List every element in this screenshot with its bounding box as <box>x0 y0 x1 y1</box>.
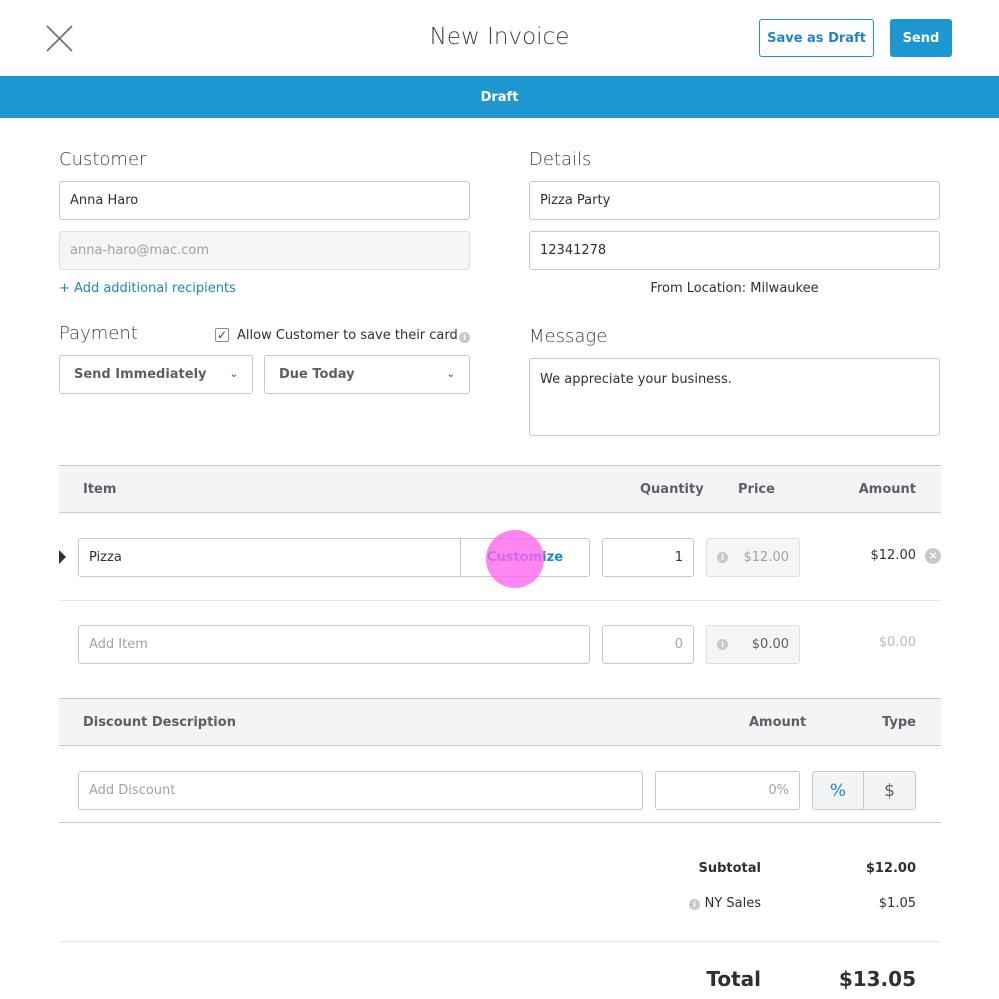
send-schedule-select[interactable]: Send Immediately ⌄ <box>59 355 253 394</box>
save-card-label: Allow Customer to save their card <box>237 328 458 343</box>
payment-heading: Payment <box>59 323 138 344</box>
item-amount: $12.00 <box>870 548 917 563</box>
message-textarea[interactable]: We appreciate your business. <box>529 358 940 436</box>
status-banner: Draft <box>0 76 999 118</box>
send-schedule-value: Send Immediately <box>74 367 207 382</box>
details-heading: Details <box>529 149 592 170</box>
subtotal-value: $12.00 <box>865 861 916 876</box>
quantity-input[interactable]: 1 <box>602 538 694 577</box>
header-item: Item <box>83 482 117 497</box>
remove-item-icon[interactable]: × <box>925 548 941 564</box>
chevron-down-icon: ⌄ <box>229 369 238 380</box>
info-icon: i <box>717 639 728 650</box>
item-name-input[interactable]: Pizza <box>78 538 461 577</box>
due-date-value: Due Today <box>279 367 355 382</box>
new-price-value: $0.00 <box>751 637 789 652</box>
discount-amount-placeholder: 0% <box>768 783 789 798</box>
header-price: Price <box>738 482 775 497</box>
discount-table-header: Discount Description Amount Type <box>59 698 941 746</box>
price-input[interactable]: i $12.00 <box>706 538 800 577</box>
click-indicator <box>486 530 544 588</box>
total-label: Total <box>706 967 761 991</box>
from-location: From Location: Milwaukee <box>650 281 819 296</box>
new-quantity-input[interactable]: 0 <box>602 625 694 664</box>
tax-value: $1.05 <box>878 896 916 911</box>
due-date-select[interactable]: Due Today ⌄ <box>264 355 470 394</box>
add-discount-placeholder: Add Discount <box>89 783 176 798</box>
items-table-header: Item Quantity Price Amount <box>59 465 941 513</box>
expand-triangle-icon[interactable] <box>59 550 66 564</box>
subtotal-label: Subtotal <box>698 861 761 876</box>
add-item-placeholder: Add Item <box>89 637 148 652</box>
discount-type-percent-button[interactable]: % <box>812 771 864 810</box>
info-icon[interactable]: i <box>689 899 700 910</box>
total-value: $13.05 <box>838 967 916 991</box>
tax-label: NY Sales <box>704 896 761 911</box>
add-recipients-link[interactable]: + Add additional recipients <box>59 281 236 296</box>
discount-type-dollar-button[interactable]: $ <box>863 771 916 810</box>
header-discount-amount: Amount <box>749 715 807 730</box>
new-item-amount: $0.00 <box>878 635 916 650</box>
discount-amount-input[interactable]: 0% <box>655 771 800 810</box>
add-discount-input[interactable]: Add Discount <box>78 771 643 810</box>
price-value: $12.00 <box>743 550 790 565</box>
chevron-down-icon: ⌄ <box>446 369 455 380</box>
invoice-title-input[interactable]: Pizza Party <box>529 181 940 220</box>
header-discount-type: Type <box>882 715 916 730</box>
send-button[interactable]: Send <box>890 19 952 57</box>
save-card-checkbox[interactable]: ✓ <box>215 328 229 342</box>
invoice-number-input[interactable]: 12341278 <box>529 231 940 270</box>
new-price-input[interactable]: i $0.00 <box>706 625 800 664</box>
info-icon: i <box>717 552 728 563</box>
customer-heading: Customer <box>59 149 147 170</box>
add-item-input[interactable]: Add Item <box>78 625 590 664</box>
customer-email-input[interactable]: anna-haro@mac.com <box>59 231 470 270</box>
customer-name-input[interactable]: Anna Haro <box>59 181 470 220</box>
message-heading: Message <box>529 326 608 347</box>
save-as-draft-button[interactable]: Save as Draft <box>759 19 874 57</box>
header-quantity: Quantity <box>640 482 704 497</box>
header-discount-description: Discount Description <box>83 715 236 730</box>
info-icon[interactable]: i <box>459 332 470 343</box>
header-amount: Amount <box>858 482 916 497</box>
